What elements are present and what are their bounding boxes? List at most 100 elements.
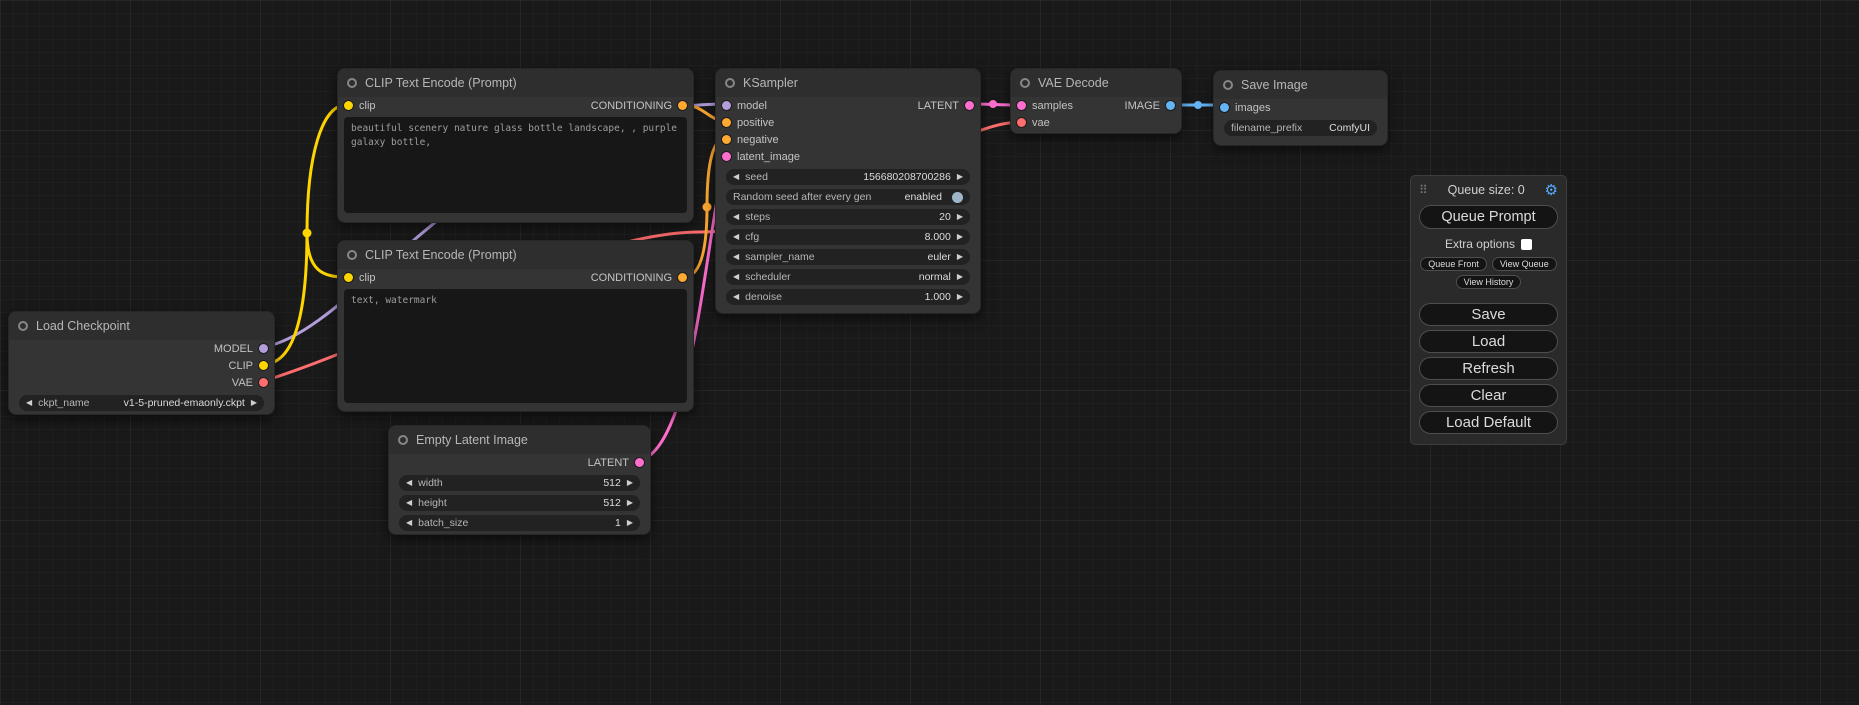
left-arrow-icon[interactable]: ◀ [733, 213, 739, 221]
node-title-bar[interactable]: VAE Decode [1011, 69, 1181, 97]
node-load-checkpoint[interactable]: Load Checkpoint MODEL CLIP VAE ◀ ckpt_na… [8, 311, 275, 415]
node-save-image[interactable]: Save Image images filename_prefix ComfyU… [1213, 70, 1388, 146]
right-arrow-icon[interactable]: ▶ [957, 233, 963, 241]
vae-slot-dot[interactable] [1017, 118, 1026, 127]
left-arrow-icon[interactable]: ◀ [406, 499, 412, 507]
output-slot-model[interactable]: MODEL [214, 343, 268, 355]
output-slot-clip[interactable]: CLIP [229, 360, 268, 372]
reroute-dot-clip[interactable] [303, 229, 312, 238]
node-clip-text-encode-positive[interactable]: CLIP Text Encode (Prompt) clip CONDITION… [337, 68, 694, 223]
right-arrow-icon[interactable]: ▶ [957, 213, 963, 221]
left-arrow-icon[interactable]: ◀ [733, 173, 739, 181]
toggle-icon[interactable] [952, 192, 963, 203]
node-title-bar[interactable]: KSampler [716, 69, 980, 97]
node-title-bar[interactable]: Empty Latent Image [389, 426, 650, 454]
right-arrow-icon[interactable]: ▶ [251, 399, 257, 407]
output-slot-latent[interactable]: LATENT [588, 457, 644, 469]
widget-ckpt-name[interactable]: ◀ ckpt_name v1-5-pruned-emaonly.ckpt ▶ [19, 395, 264, 411]
input-slot-images[interactable]: images [1220, 102, 1270, 114]
left-arrow-icon[interactable]: ◀ [733, 293, 739, 301]
clip-slot-dot[interactable] [259, 361, 268, 370]
reroute-dot-conditioning[interactable] [703, 203, 712, 212]
load-default-button[interactable]: Load Default [1419, 411, 1558, 434]
view-history-button[interactable]: View History [1456, 275, 1522, 289]
input-slot-clip[interactable]: clip [344, 272, 376, 284]
collapse-dot-icon[interactable] [398, 435, 408, 445]
widget-sampler-name[interactable]: ◀ sampler_name euler ▶ [726, 249, 970, 265]
latent-slot-dot[interactable] [722, 152, 731, 161]
latent-slot-dot[interactable] [635, 458, 644, 467]
node-title-bar[interactable]: Save Image [1214, 71, 1387, 99]
input-slot-clip[interactable]: clip [344, 100, 376, 112]
collapse-dot-icon[interactable] [1223, 80, 1233, 90]
model-slot-dot[interactable] [259, 344, 268, 353]
clip-slot-dot[interactable] [344, 101, 353, 110]
collapse-dot-icon[interactable] [18, 321, 28, 331]
conditioning-slot-dot[interactable] [722, 135, 731, 144]
input-slot-model[interactable]: model [722, 100, 767, 112]
node-title-bar[interactable]: CLIP Text Encode (Prompt) [338, 69, 693, 97]
output-slot-conditioning[interactable]: CONDITIONING [591, 100, 687, 112]
view-queue-button[interactable]: View Queue [1492, 257, 1557, 271]
conditioning-slot-dot[interactable] [722, 118, 731, 127]
load-button[interactable]: Load [1419, 330, 1558, 353]
left-arrow-icon[interactable]: ◀ [733, 233, 739, 241]
save-button[interactable]: Save [1419, 303, 1558, 326]
right-arrow-icon[interactable]: ▶ [627, 519, 633, 527]
node-graph-canvas[interactable]: Load Checkpoint MODEL CLIP VAE ◀ ckpt_na… [0, 0, 1859, 705]
reroute-dot-latent[interactable] [989, 100, 997, 108]
conditioning-slot-dot[interactable] [678, 101, 687, 110]
right-arrow-icon[interactable]: ▶ [627, 479, 633, 487]
extra-options-checkbox[interactable] [1521, 239, 1532, 250]
left-arrow-icon[interactable]: ◀ [26, 399, 32, 407]
conditioning-slot-dot[interactable] [678, 273, 687, 282]
widget-seed[interactable]: ◀ seed 156680208700286 ▶ [726, 169, 970, 185]
right-arrow-icon[interactable]: ▶ [957, 273, 963, 281]
input-slot-negative[interactable]: negative [722, 134, 779, 146]
latent-slot-dot[interactable] [1017, 101, 1026, 110]
collapse-dot-icon[interactable] [725, 78, 735, 88]
widget-denoise[interactable]: ◀ denoise 1.000 ▶ [726, 289, 970, 305]
collapse-dot-icon[interactable] [347, 250, 357, 260]
right-arrow-icon[interactable]: ▶ [957, 253, 963, 261]
left-arrow-icon[interactable]: ◀ [733, 273, 739, 281]
queue-prompt-button[interactable]: Queue Prompt [1419, 205, 1558, 229]
node-vae-decode[interactable]: VAE Decode IMAGE samples vae [1010, 68, 1182, 134]
left-arrow-icon[interactable]: ◀ [406, 519, 412, 527]
node-title-bar[interactable]: CLIP Text Encode (Prompt) [338, 241, 693, 269]
queue-front-button[interactable]: Queue Front [1420, 257, 1487, 271]
refresh-button[interactable]: Refresh [1419, 357, 1558, 380]
widget-batch-size[interactable]: ◀ batch_size 1 ▶ [399, 515, 640, 531]
widget-filename-prefix[interactable]: filename_prefix ComfyUI [1224, 120, 1377, 136]
left-arrow-icon[interactable]: ◀ [406, 479, 412, 487]
input-slot-samples[interactable]: samples [1017, 100, 1073, 112]
vae-slot-dot[interactable] [259, 378, 268, 387]
clear-button[interactable]: Clear [1419, 384, 1558, 407]
prompt-text-input[interactable]: beautiful scenery nature glass bottle la… [344, 117, 687, 213]
input-slot-positive[interactable]: positive [722, 117, 774, 129]
widget-width[interactable]: ◀ width 512 ▶ [399, 475, 640, 491]
left-arrow-icon[interactable]: ◀ [733, 253, 739, 261]
collapse-dot-icon[interactable] [1020, 78, 1030, 88]
widget-random-seed-toggle[interactable]: Random seed after every gen enabled [726, 189, 970, 205]
prompt-text-input[interactable]: text, watermark [344, 289, 687, 403]
input-slot-latent-image[interactable]: latent_image [722, 151, 800, 163]
node-clip-text-encode-negative[interactable]: CLIP Text Encode (Prompt) clip CONDITION… [337, 240, 694, 412]
node-ksampler[interactable]: KSampler LATENT model positive negative [715, 68, 981, 314]
image-slot-dot[interactable] [1220, 103, 1229, 112]
widget-cfg[interactable]: ◀ cfg 8.000 ▶ [726, 229, 970, 245]
widget-scheduler[interactable]: ◀ scheduler normal ▶ [726, 269, 970, 285]
settings-gear-icon[interactable]: ⚙ [1545, 181, 1558, 199]
right-arrow-icon[interactable]: ▶ [957, 173, 963, 181]
model-slot-dot[interactable] [722, 101, 731, 110]
output-slot-conditioning[interactable]: CONDITIONING [591, 272, 687, 284]
node-empty-latent-image[interactable]: Empty Latent Image LATENT ◀ width 512 ▶ … [388, 425, 651, 535]
reroute-dot-image[interactable] [1194, 101, 1202, 109]
node-title-bar[interactable]: Load Checkpoint [9, 312, 274, 340]
right-arrow-icon[interactable]: ▶ [627, 499, 633, 507]
widget-steps[interactable]: ◀ steps 20 ▶ [726, 209, 970, 225]
input-slot-vae[interactable]: vae [1017, 117, 1050, 129]
output-slot-vae[interactable]: VAE [232, 377, 268, 389]
clip-slot-dot[interactable] [344, 273, 353, 282]
drag-handle-icon[interactable]: ⠿ [1419, 183, 1428, 197]
